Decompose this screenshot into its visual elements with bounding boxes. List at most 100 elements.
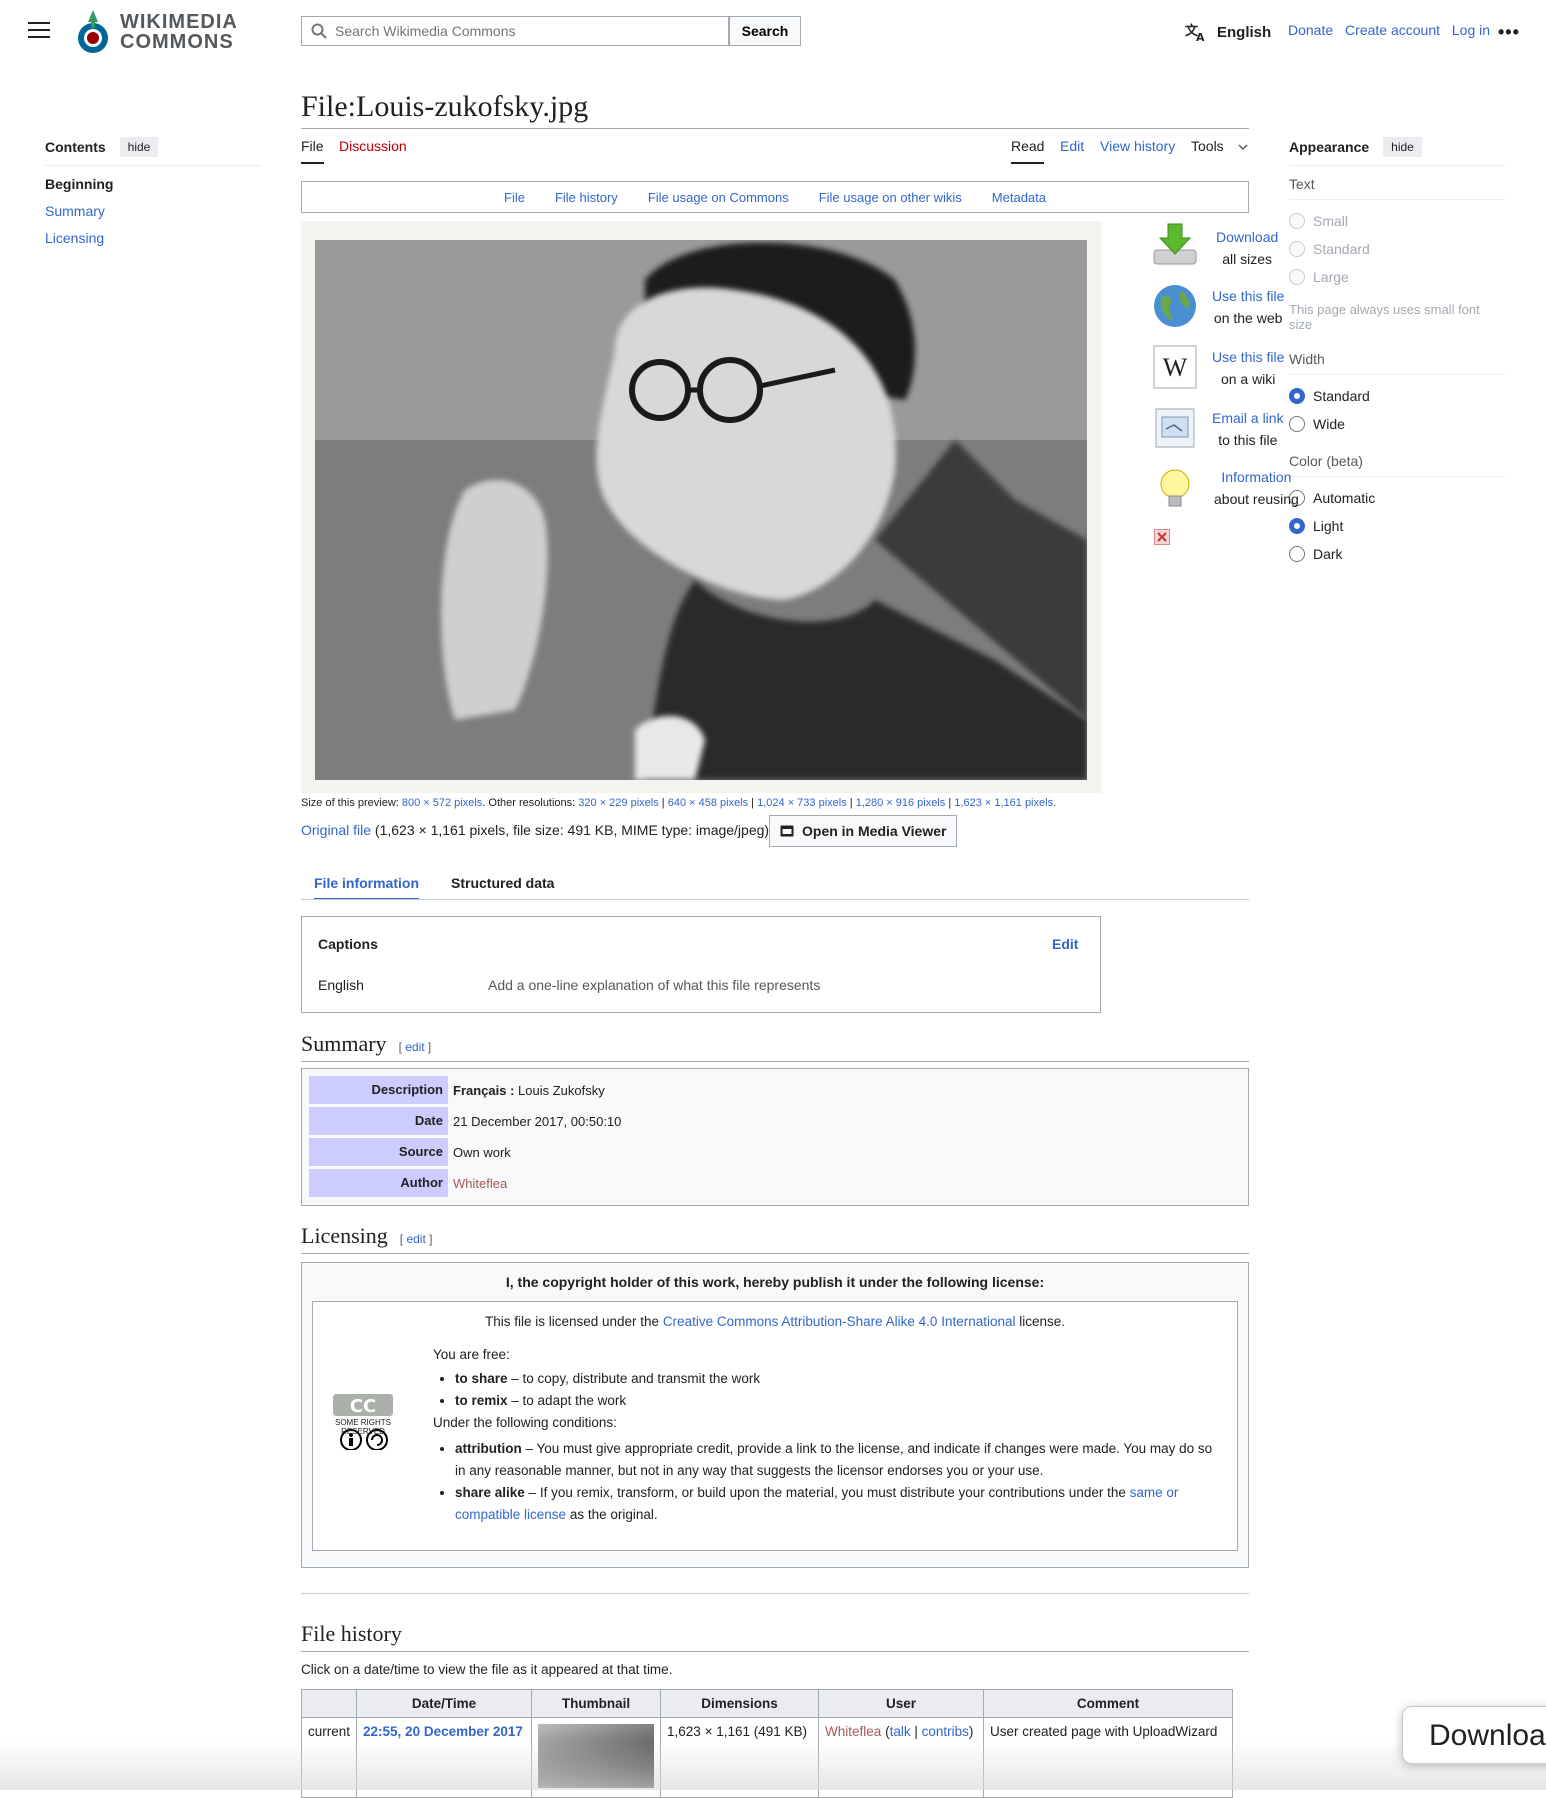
tab-tools[interactable]: Tools [1191, 138, 1248, 162]
main-menu-icon[interactable] [28, 22, 50, 40]
width-option-wide-label: Wide [1313, 416, 1345, 432]
width-option-standard[interactable]: Standard [1289, 388, 1370, 404]
log-in-link[interactable]: Log in [1452, 22, 1490, 38]
download-link[interactable]: Download [1216, 226, 1278, 248]
tab-structured-data[interactable]: Structured data [451, 875, 554, 891]
search-button[interactable]: Search [729, 16, 801, 46]
width-option-wide[interactable]: Wide [1289, 416, 1345, 432]
radio-width-wide[interactable] [1289, 416, 1305, 432]
toc-hide-button[interactable]: hide [119, 137, 159, 157]
appearance-hide-button[interactable]: hide [1383, 137, 1422, 157]
use-web-link[interactable]: Use this file [1212, 285, 1284, 307]
original-file-link[interactable]: Original file [301, 822, 371, 838]
logo-line1: WIKIMEDIA [120, 11, 238, 33]
radio-small[interactable] [1289, 213, 1305, 229]
summary-key-source: Source [309, 1138, 448, 1166]
text-option-large-label: Large [1313, 269, 1349, 285]
search-input[interactable] [327, 22, 728, 40]
radio-color-dark[interactable] [1289, 546, 1305, 562]
tab-view-history[interactable]: View history [1100, 138, 1175, 162]
commons-logo[interactable]: WIKIMEDIA COMMONS [74, 8, 238, 56]
col-thumbnail: Thumbnail [531, 1689, 662, 1718]
text-divider [1289, 199, 1505, 200]
color-option-light[interactable]: Light [1289, 518, 1343, 534]
close-icon[interactable] [1154, 529, 1170, 545]
captions-heading: Captions [318, 936, 378, 952]
appearance-heading: Appearance [1289, 139, 1370, 155]
appearance-header: Appearance hide [1289, 137, 1422, 157]
tab-edit[interactable]: Edit [1060, 138, 1084, 162]
color-option-automatic[interactable]: Automatic [1289, 490, 1375, 506]
license-pre: This file is licensed under the [484, 1314, 663, 1329]
nav-file-usage-commons[interactable]: File usage on Commons [648, 190, 789, 205]
description-text: Louis Zukofsky [514, 1082, 605, 1098]
res-1280[interactable]: 1,280 × 916 pixels [856, 797, 946, 809]
tab-discussion[interactable]: Discussion [339, 138, 407, 162]
text-option-small[interactable]: Small [1289, 213, 1348, 229]
licensing-divider [301, 1253, 1249, 1254]
text-size-note: This page always uses small font size [1289, 302, 1480, 332]
original-file-line: Original file (1,623 × 1,161 pixels, fil… [301, 822, 769, 838]
text-option-large[interactable]: Large [1289, 269, 1349, 285]
radio-standard-text[interactable] [1289, 241, 1305, 257]
tab-read[interactable]: Read [1011, 138, 1045, 164]
license-post: license. [1015, 1314, 1066, 1329]
nav-metadata[interactable]: Metadata [992, 190, 1046, 205]
res-640[interactable]: 640 × 458 pixels [668, 797, 748, 809]
floating-download-button[interactable]: Download [1402, 1706, 1546, 1764]
res-800[interactable]: 800 × 572 pixels [402, 797, 482, 809]
history-contribs-link[interactable]: contribs [922, 1724, 969, 1739]
radio-color-light[interactable] [1289, 518, 1305, 534]
more-options-icon[interactable]: ••• [1498, 22, 1520, 43]
color-option-dark[interactable]: Dark [1289, 546, 1343, 562]
tab-file[interactable]: File [301, 138, 324, 164]
cc-by-sa-link[interactable]: Creative Commons Attribution-Share Alike… [663, 1314, 1016, 1329]
use-wiki-link[interactable]: Use this file [1212, 346, 1284, 368]
create-account-link[interactable]: Create account [1345, 22, 1440, 38]
res-1024[interactable]: 1,024 × 733 pixels [757, 797, 847, 809]
history-talk-link[interactable]: talk [890, 1724, 911, 1739]
toc-item-licensing[interactable]: Licensing [45, 230, 104, 246]
open-media-viewer-button[interactable]: Open in Media Viewer [769, 815, 958, 847]
use-wiki-text: on a wiki [1220, 371, 1276, 387]
licensing-edit-link[interactable]: edit [406, 1232, 425, 1246]
cc-badge[interactable]: CC SOME RIGHTS RESERVED [323, 1394, 403, 1453]
tab-file-information[interactable]: File information [314, 875, 419, 900]
res-1623[interactable]: 1,623 × 1,161 pixels [954, 797, 1053, 809]
nav-file-usage-other-wikis[interactable]: File usage on other wikis [819, 190, 962, 205]
radio-large[interactable] [1289, 269, 1305, 285]
summary-edit-link[interactable]: edit [405, 1040, 424, 1054]
summary-key-author: Author [309, 1169, 448, 1197]
summary-key-description: Description [309, 1076, 448, 1104]
nav-file[interactable]: File [504, 190, 525, 205]
email-link[interactable]: Email a link [1212, 407, 1284, 429]
radio-width-standard[interactable] [1289, 388, 1305, 404]
summary-row-source: Source Own work [309, 1138, 511, 1166]
text-size-label: Text [1289, 176, 1315, 192]
summary-row-author: Author Whiteflea [309, 1169, 507, 1197]
col-status [300, 1689, 358, 1718]
captions-edit-button[interactable]: Edit [1052, 936, 1078, 952]
preview-size-prefix: Size of this preview: [301, 797, 402, 809]
language-selector[interactable]: 文 A English [1185, 22, 1271, 42]
donate-link[interactable]: Donate [1288, 22, 1333, 38]
history-user-link[interactable]: Whiteflea [825, 1724, 881, 1739]
lightbulb-icon [1160, 469, 1190, 507]
toc-item-beginning[interactable]: Beginning [45, 176, 113, 192]
email-icon [1155, 408, 1195, 448]
commons-logo-icon [78, 10, 108, 53]
history-datetime-link[interactable]: 22:55, 20 December 2017 [363, 1724, 523, 1739]
summary-value-source: Own work [453, 1144, 511, 1160]
col-dimensions: Dimensions [660, 1689, 820, 1718]
toc-item-summary[interactable]: Summary [45, 203, 105, 219]
condition-attribution: attribution – You must give appropriate … [455, 1438, 1223, 1482]
search-box[interactable] [301, 16, 729, 46]
res-320[interactable]: 320 × 229 pixels [578, 797, 658, 809]
nav-file-history[interactable]: File history [555, 190, 618, 205]
info-reusing-link[interactable]: Information [1214, 466, 1299, 488]
svg-text:W: W [1163, 353, 1188, 382]
author-link[interactable]: Whiteflea [448, 1176, 507, 1191]
text-option-standard[interactable]: Standard [1289, 241, 1370, 257]
summary-key-date: Date [309, 1107, 448, 1135]
file-preview-image[interactable] [315, 240, 1087, 780]
